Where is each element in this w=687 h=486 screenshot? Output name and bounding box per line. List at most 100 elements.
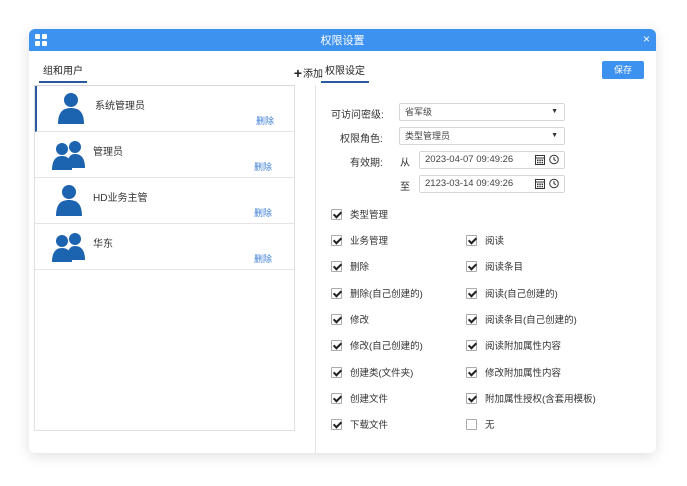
checkbox-checked-icon[interactable] <box>466 366 477 378</box>
checkbox-unchecked-icon[interactable] <box>466 418 477 430</box>
save-button[interactable]: 保存 <box>602 61 644 79</box>
user-list: 系统管理员 删除 管理员 删除 HD业务主管 删除 华东 删除 <box>34 85 295 431</box>
permission-label: 阅读附加属性内容 <box>485 341 562 352</box>
access-level-select[interactable]: 省军级 ▼ <box>399 103 565 121</box>
list-item[interactable]: 华东 删除 <box>35 224 294 270</box>
checkbox-checked-icon[interactable] <box>331 339 342 351</box>
permission-checkbox[interactable]: 无 <box>466 417 495 431</box>
role-value: 类型管理员 <box>405 131 451 141</box>
user-name: 管理员 <box>93 147 123 158</box>
checkbox-checked-icon[interactable] <box>331 313 342 325</box>
permission-label: 附加属性授权(含套用模板) <box>485 394 596 405</box>
checkbox-checked-icon[interactable] <box>331 234 342 246</box>
list-item[interactable]: HD业务主管 删除 <box>35 178 294 224</box>
access-level-label: 可访问密级: <box>331 110 384 121</box>
checkbox-checked-icon[interactable] <box>466 313 477 325</box>
permission-label: 类型管理 <box>350 210 389 221</box>
permission-label: 修改附加属性内容 <box>485 368 562 379</box>
permission-checkbox[interactable]: 阅读(自己创建的) <box>466 286 558 300</box>
permission-checkbox[interactable]: 阅读附加属性内容 <box>466 338 561 352</box>
permission-checkbox[interactable]: 附加属性授权(含套用模板) <box>466 391 596 405</box>
permission-checkbox[interactable]: 删除(自己创建的) <box>331 286 423 300</box>
permission-checkbox[interactable]: 修改 <box>331 312 369 326</box>
permission-label: 修改 <box>350 315 370 326</box>
permission-checkbox[interactable]: 业务管理 <box>331 233 388 247</box>
role-label: 权限角色: <box>340 134 383 145</box>
user-name: 系统管理员 <box>95 101 145 112</box>
group-icon <box>52 141 85 170</box>
delete-link[interactable]: 删除 <box>254 252 272 265</box>
permission-checkbox[interactable]: 修改(自己创建的) <box>331 338 423 352</box>
title-bar: 权限设置 × <box>29 29 656 51</box>
permission-checkbox[interactable]: 修改附加属性内容 <box>466 365 561 379</box>
checkbox-checked-icon[interactable] <box>466 339 477 351</box>
checkbox-checked-icon[interactable] <box>331 366 342 378</box>
delete-link[interactable]: 删除 <box>254 206 272 219</box>
dropdown-arrow-icon: ▼ <box>551 108 558 115</box>
add-button[interactable]: + 添加 <box>293 64 323 81</box>
role-select[interactable]: 类型管理员 ▼ <box>399 127 565 145</box>
permission-label: 创建类(文件夹) <box>350 368 414 379</box>
permission-label: 阅读条目(自己创建的) <box>485 315 577 326</box>
permission-label: 业务管理 <box>350 236 389 247</box>
permission-label: 阅读 <box>485 236 505 247</box>
app-grid-icon <box>35 34 47 46</box>
delete-link[interactable]: 删除 <box>256 114 274 127</box>
user-name: 华东 <box>93 239 113 250</box>
permission-checkbox[interactable]: 创建类(文件夹) <box>331 365 413 379</box>
checkbox-checked-icon[interactable] <box>466 392 477 404</box>
checkbox-checked-icon[interactable] <box>466 234 477 246</box>
end-date-value: 2123-03-14 09:49:26 <box>425 178 514 189</box>
end-date-field[interactable]: 2123-03-14 09:49:26 <box>419 175 565 193</box>
checkbox-checked-icon[interactable] <box>331 392 342 404</box>
list-item[interactable]: 管理员 删除 <box>35 132 294 178</box>
list-item[interactable]: 系统管理员 删除 <box>35 86 294 132</box>
permission-label: 无 <box>485 420 495 431</box>
dropdown-arrow-icon: ▼ <box>551 132 558 139</box>
validity-label: 有效期: <box>350 158 383 169</box>
permission-checkbox[interactable]: 阅读条目(自己创建的) <box>466 312 577 326</box>
permission-checkbox[interactable]: 阅读条目 <box>466 259 523 273</box>
permission-label: 阅读(自己创建的) <box>485 289 558 300</box>
permission-checkbox[interactable]: 下载文件 <box>331 417 388 431</box>
permission-label: 修改(自己创建的) <box>350 341 423 352</box>
clock-icon <box>549 154 559 165</box>
start-date-field[interactable]: 2023-04-07 09:49:26 <box>419 151 565 169</box>
add-button-label: 添加 <box>303 69 323 80</box>
clock-icon <box>549 178 559 189</box>
permission-checkbox[interactable]: 阅读 <box>466 233 504 247</box>
permission-dialog: 权限设置 × 组和用户 + 添加 系统管理员 删除 管理员 删除 HD业务主管 … <box>29 29 656 453</box>
checkbox-checked-icon[interactable] <box>331 418 342 430</box>
start-date-value: 2023-04-07 09:49:26 <box>425 154 514 165</box>
left-panel-header: 组和用户 + 添加 <box>39 65 329 85</box>
panel-divider <box>315 85 316 453</box>
checkbox-checked-icon[interactable] <box>331 260 342 272</box>
user-icon <box>56 185 82 216</box>
access-level-value: 省军级 <box>405 107 433 117</box>
calendar-icon <box>535 179 545 189</box>
user-name: HD业务主管 <box>93 193 148 204</box>
from-label: 从 <box>400 158 410 169</box>
user-icon <box>58 93 84 124</box>
checkbox-checked-icon[interactable] <box>331 287 342 299</box>
group-icon <box>52 233 85 262</box>
checkbox-checked-icon[interactable] <box>466 287 477 299</box>
permission-label: 下载文件 <box>350 420 389 431</box>
delete-link[interactable]: 删除 <box>254 160 272 173</box>
checkbox-checked-icon[interactable] <box>466 260 477 272</box>
to-label: 至 <box>400 182 410 193</box>
calendar-icon <box>535 155 545 165</box>
permission-checkbox[interactable]: 创建文件 <box>331 391 388 405</box>
plus-icon: + <box>293 64 302 81</box>
permission-label: 删除(自己创建的) <box>350 289 423 300</box>
permission-checkbox[interactable]: 类型管理 <box>331 207 388 221</box>
permission-checkbox[interactable]: 删除 <box>331 259 369 273</box>
permission-label: 阅读条目 <box>485 262 524 273</box>
tab-groups-users[interactable]: 组和用户 <box>39 65 87 83</box>
dialog-title: 权限设置 <box>320 35 365 47</box>
permission-label: 创建文件 <box>350 394 389 405</box>
permission-label: 删除 <box>350 262 370 273</box>
close-icon[interactable]: × <box>643 32 650 46</box>
checkbox-checked-icon[interactable] <box>331 208 342 220</box>
tab-permission-settings[interactable]: 权限设定 <box>321 65 369 83</box>
